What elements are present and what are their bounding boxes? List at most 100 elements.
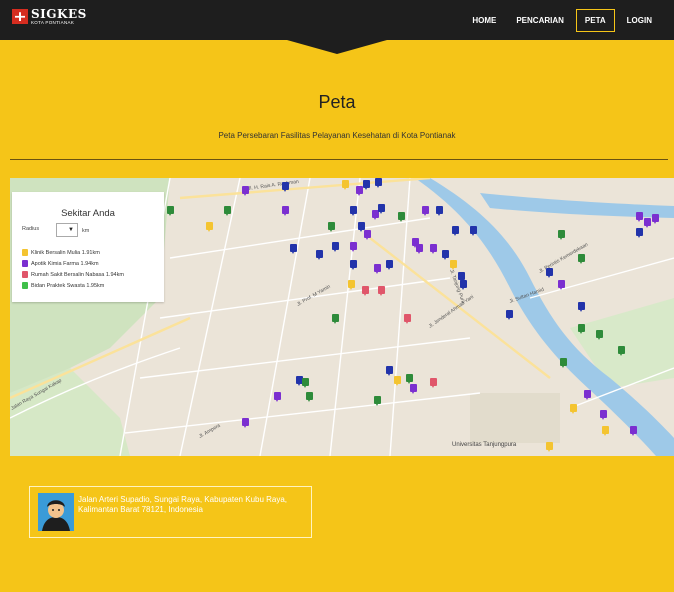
navbar: SIGKES KOTA PONTIANAK HOME PENCARIAN PET…	[0, 0, 674, 40]
facility-marker-icon[interactable]	[558, 280, 565, 290]
facility-marker-icon[interactable]	[350, 260, 357, 270]
pharmacy-marker-icon	[22, 260, 28, 267]
facility-marker-icon[interactable]	[290, 244, 297, 254]
nav-login[interactable]: LOGIN	[619, 10, 660, 31]
facility-marker-icon[interactable]	[302, 378, 309, 388]
facility-marker-icon[interactable]	[350, 242, 357, 252]
page-title: Peta	[318, 92, 356, 112]
facility-marker-icon[interactable]	[274, 392, 281, 402]
facility-marker-icon[interactable]	[342, 180, 349, 190]
facility-marker-icon[interactable]	[374, 396, 381, 406]
facility-marker-icon[interactable]	[452, 226, 459, 236]
facility-marker-icon[interactable]	[578, 302, 585, 312]
facility-marker-icon[interactable]	[570, 404, 577, 414]
facility-marker-icon[interactable]	[636, 212, 643, 222]
facility-marker-icon[interactable]	[506, 310, 513, 320]
facility-marker-icon[interactable]	[224, 206, 231, 216]
facility-marker-icon[interactable]	[364, 230, 371, 240]
map-label-ahmad-yani: Jl. Jenderal Ahmad Yani	[428, 294, 475, 330]
facility-marker-icon[interactable]	[350, 206, 357, 216]
facility-marker-icon[interactable]	[636, 228, 643, 238]
facility-marker-icon[interactable]	[458, 272, 465, 282]
facility-marker-icon[interactable]	[398, 212, 405, 222]
nearby-item[interactable]: Apotik Kimia Farma 1.94km	[22, 258, 124, 269]
facility-marker-icon[interactable]	[406, 374, 413, 384]
facility-marker-icon[interactable]	[470, 226, 477, 236]
brand-name: SIGKES	[31, 7, 87, 21]
nav-home[interactable]: HOME	[464, 10, 504, 31]
user-avatar-icon	[38, 493, 74, 531]
facility-marker-icon[interactable]	[558, 230, 565, 240]
facility-marker-icon[interactable]	[578, 254, 585, 264]
facility-marker-icon[interactable]	[358, 222, 365, 232]
facility-marker-icon[interactable]	[596, 330, 603, 340]
facility-marker-icon[interactable]	[316, 250, 323, 260]
radius-select[interactable]: ▼	[56, 223, 78, 237]
map-label-ampera: Jl. Ampera	[198, 423, 222, 440]
facility-marker-icon[interactable]	[282, 182, 289, 192]
current-location-card: Jalan Arteri Supadio, Sungai Raya, Kabup…	[29, 486, 312, 538]
facility-marker-icon[interactable]	[430, 244, 437, 254]
facility-marker-icon[interactable]	[618, 346, 625, 356]
header-divider	[10, 159, 668, 160]
nearby-item[interactable]: Klinik Bersalin Mulia 1.91km	[22, 247, 124, 258]
facility-marker-icon[interactable]	[430, 378, 437, 388]
facility-marker-icon[interactable]	[378, 204, 385, 214]
facility-marker-icon[interactable]	[546, 442, 553, 452]
midwife-marker-icon	[22, 282, 28, 289]
nav-peta[interactable]: PETA	[575, 8, 615, 32]
facility-marker-icon[interactable]	[375, 178, 382, 188]
facility-marker-icon[interactable]	[362, 286, 369, 296]
facility-marker-icon[interactable]	[460, 280, 467, 290]
brand-logo-link[interactable]: SIGKES KOTA PONTIANAK	[12, 8, 87, 26]
facility-marker-icon[interactable]	[242, 418, 249, 428]
current-address: Jalan Arteri Supadio, Sungai Raya, Kabup…	[78, 495, 288, 514]
hospital-marker-icon	[22, 271, 28, 278]
facility-marker-icon[interactable]	[546, 268, 553, 278]
nav-pencarian[interactable]: PENCARIAN	[508, 10, 572, 31]
facility-marker-icon[interactable]	[600, 410, 607, 420]
facility-marker-icon[interactable]	[578, 324, 585, 334]
facility-marker-icon[interactable]	[242, 186, 249, 196]
radius-label: Radius	[22, 226, 40, 232]
facility-marker-icon[interactable]	[167, 206, 174, 216]
nearby-item[interactable]: Rumah Sakit Bersalin Nabasa 1.94km	[22, 269, 124, 280]
nearby-item-label: Apotik Kimia Farma 1.94km	[31, 260, 99, 267]
nav-menu: HOME PENCARIAN PETA LOGIN	[464, 0, 660, 40]
facility-marker-icon[interactable]	[602, 426, 609, 436]
facility-marker-icon[interactable]	[442, 250, 449, 260]
facility-marker-icon[interactable]	[644, 218, 651, 228]
facility-marker-icon[interactable]	[306, 392, 313, 402]
facility-marker-icon[interactable]	[436, 206, 443, 216]
facility-marker-icon[interactable]	[630, 426, 637, 436]
facility-marker-icon[interactable]	[450, 260, 457, 270]
clinic-marker-icon	[22, 249, 28, 256]
facility-marker-icon[interactable]	[206, 222, 213, 232]
facility-marker-icon[interactable]	[422, 206, 429, 216]
facility-marker-icon[interactable]	[332, 314, 339, 324]
nearby-panel-title: Sekitar Anda	[61, 208, 115, 219]
map-label-university: Universitas Tanjungpura	[452, 442, 517, 448]
nearby-item[interactable]: Bidan Praktek Swasta 1.95km	[22, 280, 124, 291]
facility-marker-icon[interactable]	[356, 186, 363, 196]
facility-marker-icon[interactable]	[416, 244, 423, 254]
page-subtitle: Peta Persebaran Fasilitas Pelayanan Kese…	[218, 131, 456, 140]
nearby-list: Klinik Bersalin Mulia 1.91km Apotik Kimi…	[22, 247, 124, 291]
facility-marker-icon[interactable]	[584, 390, 591, 400]
facility-marker-icon[interactable]	[404, 314, 411, 324]
facility-marker-icon[interactable]	[282, 206, 289, 216]
radius-unit: km	[82, 228, 90, 234]
facility-marker-icon[interactable]	[328, 222, 335, 232]
facility-marker-icon[interactable]	[363, 180, 370, 190]
facility-marker-icon[interactable]	[378, 286, 385, 296]
facility-marker-icon[interactable]	[652, 214, 659, 224]
facility-marker-icon[interactable]	[410, 384, 417, 394]
facility-marker-icon[interactable]	[560, 358, 567, 368]
facility-marker-icon[interactable]	[394, 376, 401, 386]
facility-marker-icon[interactable]	[374, 264, 381, 274]
facility-marker-icon[interactable]	[386, 260, 393, 270]
facility-marker-icon[interactable]	[386, 366, 393, 376]
facility-marker-icon[interactable]	[332, 242, 339, 252]
cross-logo-icon	[12, 9, 28, 25]
facility-marker-icon[interactable]	[348, 280, 355, 290]
